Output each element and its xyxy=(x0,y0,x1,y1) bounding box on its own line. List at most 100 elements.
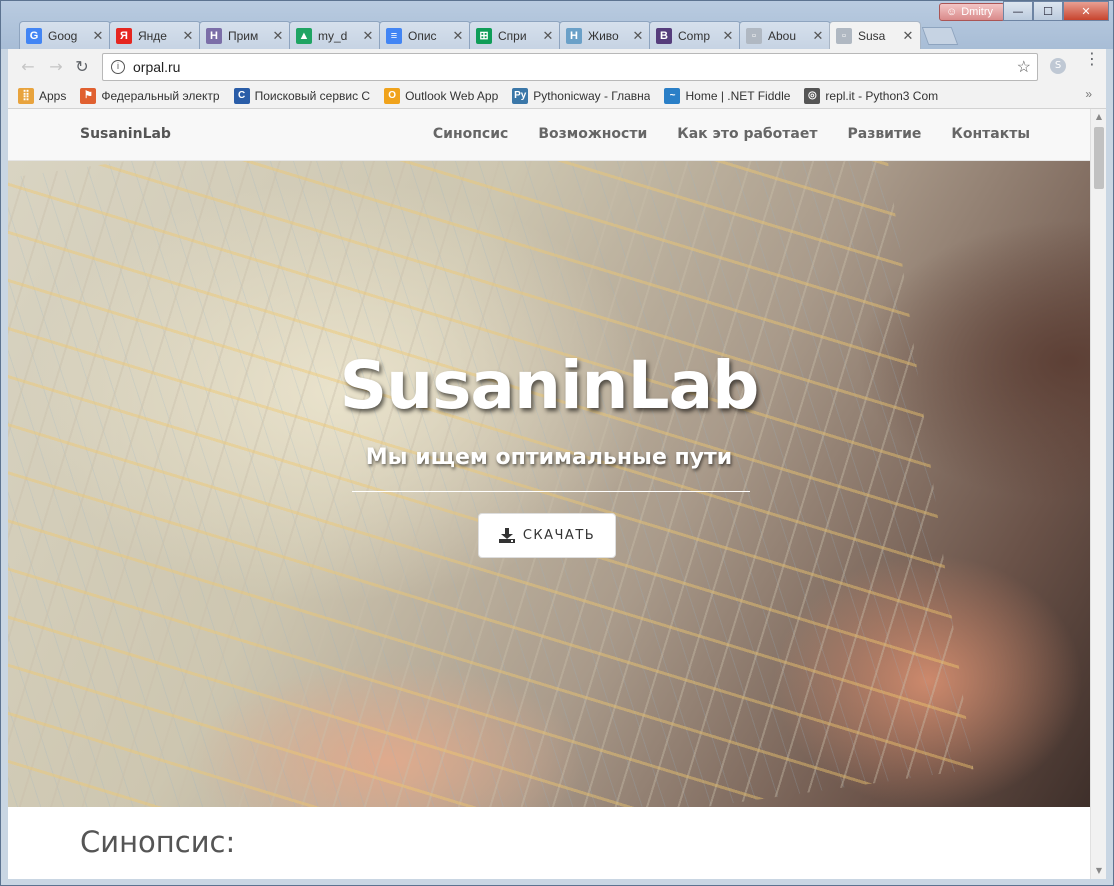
tab-label: Янде xyxy=(138,28,167,43)
browser-tab[interactable]: ⊞ Спри ✕ xyxy=(469,21,561,49)
download-label: СКАЧАТЬ xyxy=(522,528,596,543)
close-button[interactable]: ✕ xyxy=(1063,1,1109,21)
tab-label: Живо xyxy=(588,28,619,43)
tab-close-icon[interactable]: ✕ xyxy=(182,28,194,44)
site-nav-link[interactable]: Синопсис xyxy=(433,126,508,142)
page-icon: ▫ xyxy=(746,27,762,44)
bookmark-item[interactable]: ⚑ Федеральный электр xyxy=(80,87,220,104)
scroll-up-icon[interactable]: ▲ xyxy=(1091,109,1106,125)
bookmark-label: Поисковый сервис С xyxy=(254,88,371,103)
tab-close-icon[interactable]: ✕ xyxy=(902,28,914,44)
tab-close-icon[interactable]: ✕ xyxy=(452,28,464,44)
page-icon: ▫ xyxy=(836,27,852,44)
page-viewport: SusaninLab Синопсис Возможности Как это ра… xyxy=(8,109,1106,879)
browser-tab[interactable]: ▲ my_d ✕ xyxy=(289,21,381,49)
bookmarks-overflow-icon[interactable]: » xyxy=(1085,87,1092,101)
search-service-icon: C xyxy=(233,87,250,104)
bookmark-item[interactable]: Py Pythonicway - Главна xyxy=(512,87,651,104)
scroll-thumb[interactable] xyxy=(1094,127,1104,189)
bookmark-item[interactable]: ⣿ Apps xyxy=(18,87,67,104)
site-nav-link[interactable]: Контакты xyxy=(951,126,1030,142)
bookmark-label: Pythonicway - Главна xyxy=(533,88,651,103)
browser-tab[interactable]: ▫ Abou ✕ xyxy=(739,21,831,49)
site-info-icon[interactable]: i xyxy=(111,60,125,74)
site-nav-link[interactable]: Как это работает xyxy=(677,126,817,142)
title-bar: G Goog ✕ Я Янде ✕ H Прим ✕ ▲ my_d ✕ ≡ Опис ✕ ⊞ Спри ✕ H Жив… xyxy=(1,1,1113,49)
google-sheets-icon: ⊞ xyxy=(476,27,492,44)
site-nav-link[interactable]: Возможности xyxy=(538,126,647,142)
bookmarks-bar: ⣿ Apps ⚑ Федеральный электр C Поисковый серви… xyxy=(8,83,1106,109)
google-drive-icon: ▲ xyxy=(296,27,312,44)
dotnetfiddle-icon: ~ xyxy=(664,87,681,104)
browser-tab[interactable]: ≡ Опис ✕ xyxy=(379,21,471,49)
tab-label: my_d xyxy=(318,28,348,43)
user-icon: ☺ xyxy=(946,6,958,18)
user-profile-badge[interactable]: ☺ Dmitry xyxy=(939,3,1005,21)
replit-icon: ◎ xyxy=(804,87,821,104)
minimize-button[interactable]: — xyxy=(1003,1,1033,21)
site-nav-links: Синопсис Возможности Как это работает Разви… xyxy=(433,126,1030,142)
page-scrollbar[interactable]: ▲ ▼ xyxy=(1090,109,1106,879)
tab-label: Goog xyxy=(48,28,78,43)
tab-label: Susa xyxy=(858,28,886,43)
synopsis-heading: Синопсис: xyxy=(80,825,236,859)
hero-divider xyxy=(352,491,750,492)
site-icon: H xyxy=(566,27,582,44)
apps-icon: ⣿ xyxy=(18,87,34,104)
outlook-icon: O xyxy=(384,87,401,104)
browser-tab[interactable]: G Goog ✕ xyxy=(19,21,111,49)
site-brand[interactable]: SusaninLab xyxy=(80,126,171,142)
google-icon: G xyxy=(26,27,42,44)
habr-icon: H xyxy=(206,27,222,44)
browser-tab[interactable]: ▫ Susa ✕ xyxy=(829,21,921,49)
download-button[interactable]: СКАЧАТЬ xyxy=(478,513,616,558)
browser-menu-icon[interactable]: ⋮ xyxy=(1084,51,1100,67)
tab-close-icon[interactable]: ✕ xyxy=(272,28,284,44)
browser-tab[interactable]: B Comp ✕ xyxy=(649,21,741,49)
browser-tab[interactable]: H Живо ✕ xyxy=(559,21,651,49)
extension-icon[interactable]: S xyxy=(1050,58,1066,74)
tab-close-icon[interactable]: ✕ xyxy=(812,28,824,44)
browser-tab[interactable]: H Прим ✕ xyxy=(199,21,291,49)
tab-close-icon[interactable]: ✕ xyxy=(92,28,104,44)
bookmark-label: Федеральный электр xyxy=(101,88,220,103)
new-tab-button[interactable] xyxy=(921,27,959,45)
bookmark-item[interactable]: ◎ repl.it - Python3 Com xyxy=(804,87,939,104)
scroll-down-icon[interactable]: ▼ xyxy=(1091,863,1106,879)
bookmark-item[interactable]: O Outlook Web App xyxy=(384,87,499,104)
bootstrap-icon: B xyxy=(656,27,672,44)
tab-label: Спри xyxy=(498,28,527,43)
tab-close-icon[interactable]: ✕ xyxy=(632,28,644,44)
tab-close-icon[interactable]: ✕ xyxy=(722,28,734,44)
reload-button[interactable]: ↻ xyxy=(72,57,92,77)
download-icon xyxy=(498,528,515,543)
bookmark-label: repl.it - Python3 Com xyxy=(825,88,939,103)
browser-tab[interactable]: Я Янде ✕ xyxy=(109,21,201,49)
tab-close-icon[interactable]: ✕ xyxy=(542,28,554,44)
bookmark-item[interactable]: C Поисковый сервис С xyxy=(233,87,371,104)
bookmark-item[interactable]: ~ Home | .NET Fiddle xyxy=(664,87,791,104)
tab-label: Abou xyxy=(768,28,797,43)
bookmark-label: Apps xyxy=(39,88,67,103)
tab-close-icon[interactable]: ✕ xyxy=(362,28,374,44)
hero-title: SusaninLab xyxy=(339,347,760,424)
back-button[interactable]: ← xyxy=(18,57,38,77)
bookmark-star-icon[interactable]: ☆ xyxy=(1017,57,1031,77)
site-navbar: SusaninLab Синопсис Возможности Как это ра… xyxy=(8,109,1090,161)
bookmark-label: Home | .NET Fiddle xyxy=(685,88,791,103)
hero-section: SusaninLab Мы ищем оптимальные пути СКАЧ… xyxy=(8,161,1090,807)
python-icon: Py xyxy=(512,87,529,104)
address-bar[interactable]: i orpal.ru ☆ xyxy=(102,53,1038,81)
url-text[interactable]: orpal.ru xyxy=(133,59,180,75)
yandex-icon: Я xyxy=(116,27,132,44)
tab-label: Comp xyxy=(678,28,711,43)
site-nav-link[interactable]: Развитие xyxy=(847,126,921,142)
user-name: Dmitry xyxy=(961,6,994,18)
hero-content: SusaninLab Мы ищем оптимальные пути СКАЧ… xyxy=(8,161,1090,807)
bookmark-label: Outlook Web App xyxy=(405,88,499,103)
forward-button[interactable]: → xyxy=(46,57,66,77)
browser-window: G Goog ✕ Я Янде ✕ H Прим ✕ ▲ my_d ✕ ≡ Опис ✕ ⊞ Спри ✕ H Жив… xyxy=(0,0,1114,886)
google-docs-icon: ≡ xyxy=(386,27,402,44)
tab-label: Прим xyxy=(228,28,259,43)
maximize-button[interactable]: ☐ xyxy=(1033,1,1063,21)
